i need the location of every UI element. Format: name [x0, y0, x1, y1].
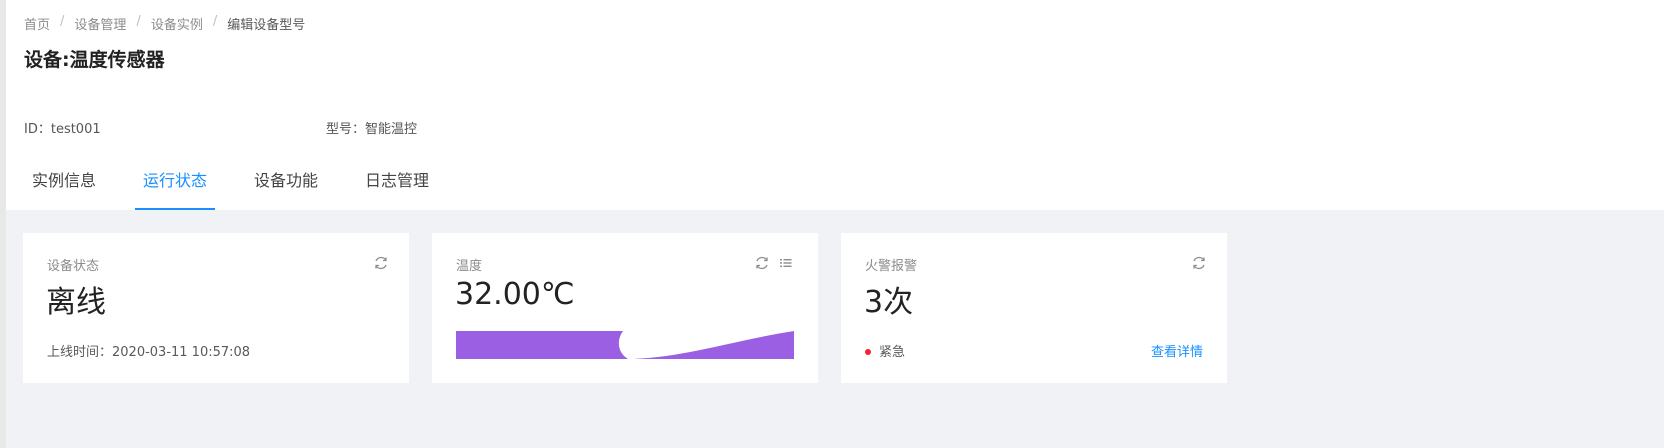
breadcrumb-device-management[interactable]: 设备管理 [74, 14, 126, 33]
card-label: 温度 [456, 259, 483, 274]
tab-bar: 实例信息 运行状态 设备功能 日志管理 [24, 168, 468, 210]
tab-device-functions[interactable]: 设备功能 [246, 168, 326, 210]
breadcrumb-edit-device-model: 编辑设备型号 [227, 18, 306, 33]
temperature-card: 温度 32.00℃ [432, 233, 818, 383]
refresh-icon[interactable] [373, 255, 389, 271]
device-id: ID：test001 [24, 122, 101, 137]
breadcrumb-separator: / [212, 14, 218, 29]
fire-alarm-card: 火警报警 3次 紧急 查看详情 [841, 233, 1227, 383]
breadcrumb-separator: / [136, 14, 141, 29]
tab-instance-info[interactable]: 实例信息 [24, 168, 104, 210]
refresh-icon[interactable] [754, 255, 770, 271]
breadcrumb-home[interactable]: 首页 [24, 14, 50, 33]
wave-area [632, 331, 794, 359]
fire-alarm-count: 3次 [864, 285, 914, 320]
page-header: 首页 / 设备管理 / 设备实例 / 编辑设备型号 设备:温度传感器 ID：te… [6, 0, 1664, 210]
card-label: 火警报警 [865, 259, 918, 274]
device-model: 型号：智能温控 [326, 122, 418, 137]
tab-running-status[interactable]: 运行状态 [135, 168, 216, 210]
alarm-level: 紧急 [865, 341, 905, 360]
breadcrumb: 首页 / 设备管理 / 设备实例 / 编辑设备型号 [24, 14, 305, 33]
list-icon[interactable] [778, 255, 794, 271]
alarm-level-dot [865, 348, 871, 355]
wave-area [456, 331, 628, 359]
online-time: 上线时间：2020-03-11 10:57:08 [47, 345, 251, 360]
breadcrumb-device-instance[interactable]: 设备实例 [151, 14, 203, 33]
temperature-value: 32.00℃ [455, 277, 575, 312]
device-status-card: 设备状态 离线 上线时间：2020-03-11 10:57:08 [23, 233, 409, 383]
breadcrumb-separator: / [60, 14, 65, 29]
page-title: 设备:温度传感器 [24, 49, 165, 71]
device-status-value: 离线 [46, 285, 106, 320]
card-label: 设备状态 [47, 259, 100, 274]
view-details-link[interactable]: 查看详情 [1151, 341, 1203, 360]
alarm-level-text: 紧急 [879, 345, 906, 360]
refresh-icon[interactable] [1191, 255, 1207, 271]
temperature-wave-chart [456, 331, 794, 359]
tab-log-management[interactable]: 日志管理 [357, 168, 437, 210]
